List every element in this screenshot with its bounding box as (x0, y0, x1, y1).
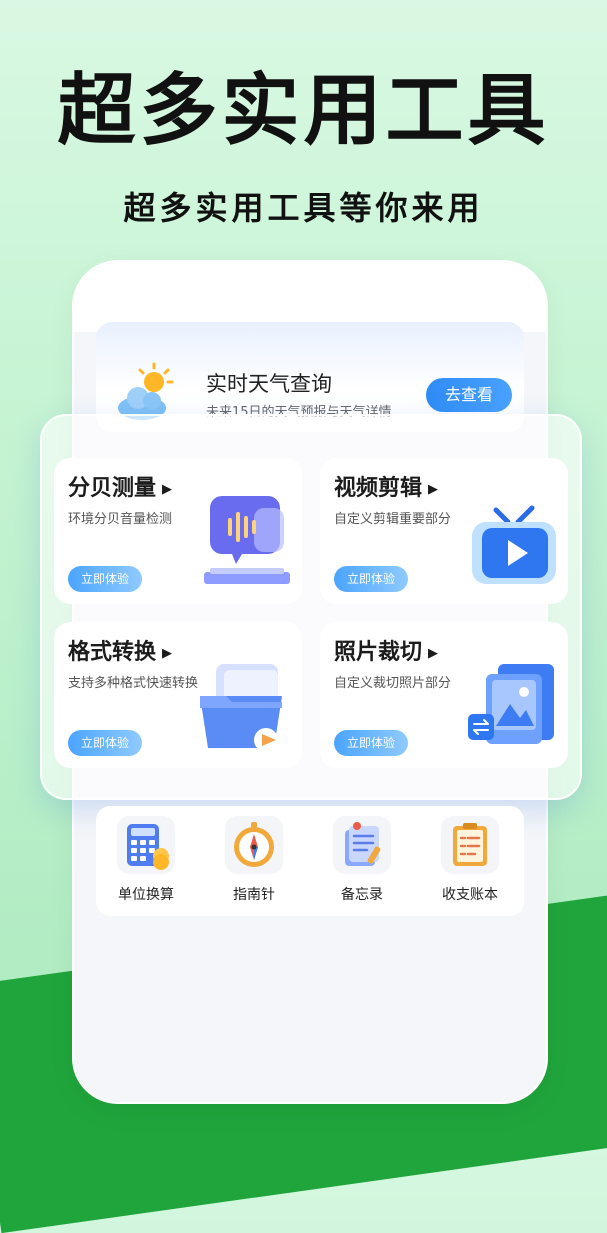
tools-panel: 分贝测量 ▶ 环境分贝音量检测 立即体验 视频剪辑 ▶ 自定义剪辑重要部分 立即体验 (40, 414, 582, 800)
hero-subtitle: 超多实用工具等你来用 (123, 189, 484, 227)
quick-tool-label: 指南针 (233, 887, 275, 903)
sound-wave-icon (204, 496, 290, 584)
ledger-icon (441, 816, 499, 874)
calculator-icon (117, 816, 175, 874)
play-arrow-icon: ▶ (162, 645, 173, 661)
play-arrow-icon: ▶ (428, 481, 439, 497)
view-weather-button[interactable]: 去查看 (426, 378, 512, 412)
quick-tools-row: 单位换算 指南针 备忘录 收支账本 (96, 806, 524, 916)
try-now-button[interactable]: 立即体验 (334, 730, 408, 756)
weather-title: 实时天气查询 (206, 372, 332, 396)
tool-title: 分贝测量 ▶ (68, 476, 173, 501)
tool-card-decibel[interactable]: 分贝测量 ▶ 环境分贝音量检测 立即体验 (54, 458, 302, 604)
tool-title: 照片裁切 ▶ (334, 640, 439, 665)
tool-card-format-convert[interactable]: 格式转换 ▶ 支持多种格式快速转换 立即体验 (54, 622, 302, 768)
quick-tool-label: 单位换算 (118, 887, 174, 903)
folder-icon (200, 664, 282, 752)
quick-tool-ledger[interactable]: 收支账本 (430, 816, 510, 904)
quick-tool-label: 收支账本 (442, 887, 498, 903)
tool-card-video-edit[interactable]: 视频剪辑 ▶ 自定义剪辑重要部分 立即体验 (320, 458, 568, 604)
quick-tool-label: 备忘录 (341, 887, 383, 903)
quick-tool-compass[interactable]: 指南针 (214, 816, 294, 904)
try-now-button[interactable]: 立即体验 (68, 730, 142, 756)
quick-tool-unit-convert[interactable]: 单位换算 (106, 816, 186, 904)
quick-tool-memo[interactable]: 备忘录 (322, 816, 402, 904)
tv-play-icon (472, 505, 556, 584)
try-now-button[interactable]: 立即体验 (334, 566, 408, 592)
try-now-button[interactable]: 立即体验 (68, 566, 142, 592)
memo-icon (333, 816, 391, 874)
tool-card-photo-crop[interactable]: 照片裁切 ▶ 自定义裁切照片部分 立即体验 (320, 622, 568, 768)
tool-description: 支持多种格式快速转换 (68, 676, 199, 691)
play-arrow-icon: ▶ (428, 645, 439, 661)
photo-icon (468, 664, 554, 744)
tool-description: 自定义剪辑重要部分 (334, 512, 452, 527)
tool-description: 自定义裁切照片部分 (334, 676, 452, 691)
tool-title: 视频剪辑 ▶ (334, 476, 439, 501)
hero-title: 超多实用工具 (57, 66, 550, 156)
compass-icon (225, 816, 283, 874)
tool-description: 环境分贝音量检测 (68, 512, 173, 527)
play-arrow-icon: ▶ (162, 481, 173, 497)
tool-title: 格式转换 ▶ (68, 640, 173, 665)
